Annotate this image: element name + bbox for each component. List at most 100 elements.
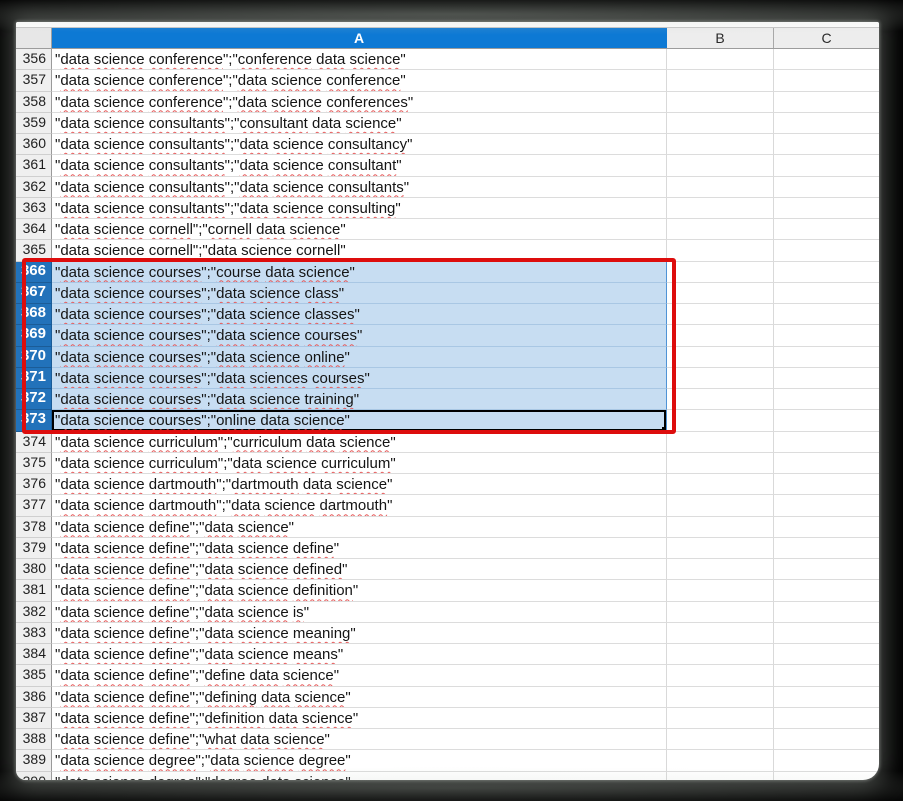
cell-b[interactable] (667, 772, 774, 781)
cell-c[interactable] (774, 347, 879, 368)
cell-b[interactable] (667, 92, 774, 113)
cell-a[interactable]: "data science define";"data science defi… (52, 559, 667, 580)
cell-c[interactable] (774, 495, 879, 516)
cell-a[interactable]: "data science courses";"data science tra… (52, 389, 667, 410)
cell-a[interactable]: "data science define";"data science mean… (52, 644, 667, 665)
cell-a[interactable]: "data science curriculum";"curriculum da… (52, 432, 667, 453)
row-header[interactable]: 385 (16, 665, 52, 686)
cell-c[interactable] (774, 623, 879, 644)
cell-b[interactable] (667, 283, 774, 304)
cell-a[interactable]: "data science courses";"data science onl… (52, 347, 667, 368)
cell-b[interactable] (667, 495, 774, 516)
column-header-b[interactable]: B (667, 28, 774, 48)
row-header[interactable]: 369 (16, 325, 52, 346)
row-header[interactable]: 373 (16, 410, 52, 431)
cell-c[interactable] (774, 644, 879, 665)
column-header-c[interactable]: C (774, 28, 879, 48)
cell-a[interactable]: "data science degree";"degree data scien… (52, 772, 667, 781)
cell-a[interactable]: "data science courses";"data sciences co… (52, 368, 667, 389)
cell-a[interactable]: "data science dartmouth";"data science d… (52, 495, 667, 516)
row-header[interactable]: 376 (16, 474, 52, 495)
cell-a[interactable]: "data science define";"data science defi… (52, 580, 667, 601)
cell-b[interactable] (667, 198, 774, 219)
cell-b[interactable] (667, 665, 774, 686)
cell-a[interactable]: "data science define";"data science defi… (52, 538, 667, 559)
cell-b[interactable] (667, 644, 774, 665)
cell-c[interactable] (774, 602, 879, 623)
cell-b[interactable] (667, 474, 774, 495)
cell-b[interactable] (667, 155, 774, 176)
cell-b[interactable] (667, 113, 774, 134)
row-header[interactable]: 375 (16, 453, 52, 474)
cell-b[interactable] (667, 729, 774, 750)
cell-a[interactable]: "data science consultants";"consultant d… (52, 113, 667, 134)
row-header[interactable]: 377 (16, 495, 52, 516)
cell-c[interactable] (774, 580, 879, 601)
cell-a[interactable]: "data science conference";"data science … (52, 70, 667, 91)
cell-c[interactable] (774, 283, 879, 304)
cell-b[interactable] (667, 517, 774, 538)
cell-c[interactable] (774, 517, 879, 538)
row-header[interactable]: 387 (16, 708, 52, 729)
cell-c[interactable] (774, 665, 879, 686)
cell-c[interactable] (774, 772, 879, 781)
cell-a[interactable]: "data science define";"definition data s… (52, 708, 667, 729)
cell-c[interactable] (774, 538, 879, 559)
cell-b[interactable] (667, 262, 774, 283)
column-header-a[interactable]: A (52, 28, 667, 48)
row-header[interactable]: 367 (16, 283, 52, 304)
cell-b[interactable] (667, 304, 774, 325)
cell-b[interactable] (667, 347, 774, 368)
cell-c[interactable] (774, 559, 879, 580)
cell-a[interactable]: "data science define";"data science is" (52, 602, 667, 623)
cell-c[interactable] (774, 155, 879, 176)
cell-a[interactable]: "data science courses";"course data scie… (52, 262, 667, 283)
row-header[interactable]: 384 (16, 644, 52, 665)
cell-c[interactable] (774, 368, 879, 389)
cell-a[interactable]: "data science consultants";"data science… (52, 177, 667, 198)
cell-c[interactable] (774, 474, 879, 495)
row-header[interactable]: 359 (16, 113, 52, 134)
row-header[interactable]: 361 (16, 155, 52, 176)
row-header[interactable]: 372 (16, 389, 52, 410)
cell-b[interactable] (667, 177, 774, 198)
cell-b[interactable] (667, 219, 774, 240)
row-header[interactable]: 381 (16, 580, 52, 601)
cell-a[interactable]: "data science dartmouth";"dartmouth data… (52, 474, 667, 495)
cell-c[interactable] (774, 389, 879, 410)
cell-b[interactable] (667, 325, 774, 346)
cell-b[interactable] (667, 49, 774, 70)
cell-c[interactable] (774, 219, 879, 240)
row-header[interactable]: 360 (16, 134, 52, 155)
cell-c[interactable] (774, 453, 879, 474)
cell-a[interactable]: "data science consultants";"data science… (52, 155, 667, 176)
cell-c[interactable] (774, 750, 879, 771)
cell-a[interactable]: "data science define";"defining data sci… (52, 687, 667, 708)
cell-a[interactable]: "data science conference";"conference da… (52, 49, 667, 70)
cell-a[interactable]: "data science define";"data science mean… (52, 623, 667, 644)
cell-b[interactable] (667, 240, 774, 261)
cell-a[interactable]: "data science courses";"online data scie… (52, 410, 667, 431)
cell-c[interactable] (774, 177, 879, 198)
cell-b[interactable] (667, 708, 774, 729)
cell-a[interactable]: "data science cornell";"data science cor… (52, 240, 667, 261)
cell-c[interactable] (774, 198, 879, 219)
cell-c[interactable] (774, 708, 879, 729)
cell-b[interactable] (667, 623, 774, 644)
row-header[interactable]: 364 (16, 219, 52, 240)
cell-a[interactable]: "data science define";"define data scien… (52, 665, 667, 686)
cell-b[interactable] (667, 580, 774, 601)
cell-a[interactable]: "data science degree";"data science degr… (52, 750, 667, 771)
row-header[interactable]: 371 (16, 368, 52, 389)
row-header[interactable]: 378 (16, 517, 52, 538)
cell-c[interactable] (774, 262, 879, 283)
row-header[interactable]: 388 (16, 729, 52, 750)
row-header[interactable]: 374 (16, 432, 52, 453)
cell-c[interactable] (774, 134, 879, 155)
cell-b[interactable] (667, 368, 774, 389)
cell-b[interactable] (667, 602, 774, 623)
cell-c[interactable] (774, 687, 879, 708)
cell-a[interactable]: "data science courses";"data science cla… (52, 283, 667, 304)
cell-b[interactable] (667, 389, 774, 410)
cell-b[interactable] (667, 432, 774, 453)
